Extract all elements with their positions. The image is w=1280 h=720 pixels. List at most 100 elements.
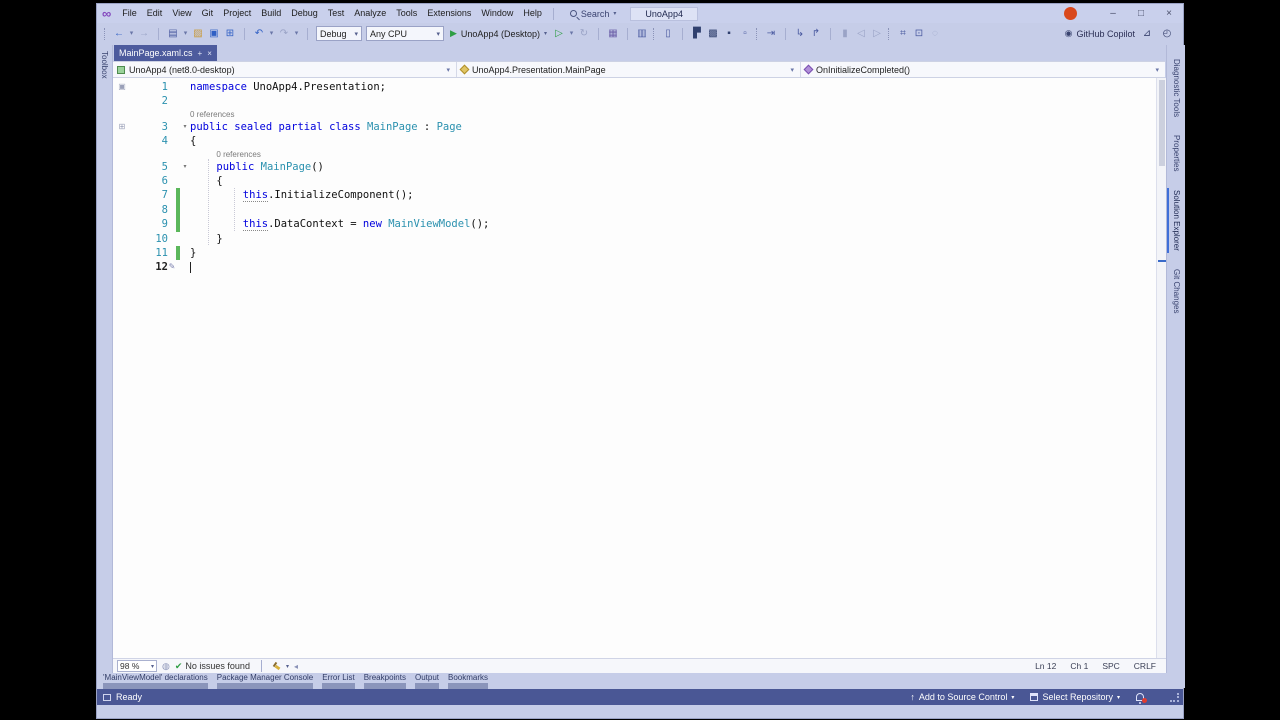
build-solution-icon[interactable]: ▛ [689, 26, 705, 42]
code-line[interactable]: ▣1namespace UnoApp4.Presentation; [113, 80, 1156, 94]
menu-item-debug[interactable]: Debug [286, 4, 323, 23]
new-project-caret[interactable]: ▾ [181, 26, 190, 42]
codelens-references[interactable]: 0 references [216, 149, 260, 160]
code-line[interactable]: 7this.InitializeComponent(); [113, 188, 1156, 202]
pin-icon[interactable]: + [198, 49, 203, 58]
save-layout-icon[interactable]: ▥ [634, 26, 650, 42]
tool-tab-solution-explorer[interactable]: Solution Explorer [1167, 186, 1186, 255]
minimize-button[interactable]: – [1099, 4, 1127, 23]
redo-icon[interactable]: ↷ [276, 26, 292, 42]
add-to-source-control-button[interactable]: ↑ Add to Source Control ▾ [910, 692, 1014, 702]
tab-mainpage-xaml-cs[interactable]: MainPage.xaml.cs + × [114, 45, 217, 61]
menu-item-test[interactable]: Test [323, 4, 350, 23]
save-icon[interactable]: ▣ [206, 26, 222, 42]
line-number[interactable]: 4 [131, 134, 168, 148]
notifications-button[interactable] [1136, 693, 1144, 701]
previous-bookmark-icon[interactable]: ◁ [853, 26, 869, 42]
collapse-panel-icon[interactable]: ◂ [294, 662, 298, 671]
code-line[interactable]: 11} [113, 246, 1156, 260]
monitor-icon[interactable]: ⊡ [911, 26, 927, 42]
bottom-tab-package-manager-console[interactable]: Package Manager Console [217, 673, 314, 689]
toolbar-grip[interactable] [653, 28, 657, 40]
line-number[interactable]: 6 [131, 174, 168, 188]
line-number[interactable]: 11 [131, 246, 168, 260]
window-layout-icon[interactable]: ▫ [737, 26, 753, 42]
bottom-tab-bookmarks[interactable]: Bookmarks [448, 673, 488, 689]
split-editor-icon[interactable]: ◍ [162, 661, 170, 672]
code-line[interactable]: 8 [113, 203, 1156, 217]
type-dropdown[interactable]: UnoApp4.Presentation.MainPage ▾ [457, 62, 801, 77]
scrollbar-thumb[interactable] [1159, 80, 1165, 166]
close-tab-icon[interactable]: × [207, 49, 212, 58]
codelens-references[interactable]: 0 references [190, 109, 234, 120]
line-number[interactable]: 3 [131, 120, 168, 134]
run-tests-icon[interactable]: ⇥ [763, 26, 779, 42]
code-line[interactable]: 4{ [113, 134, 1156, 148]
glyph-margin[interactable]: ▣ [113, 80, 131, 94]
line-ending-indicator[interactable]: CRLF [1134, 661, 1156, 671]
toolbar-grip[interactable] [104, 28, 108, 40]
code-line[interactable]: 2 [113, 94, 1156, 108]
share-icon[interactable]: ⊿ [1139, 26, 1155, 42]
hot-reload-icon[interactable]: ↻ [576, 26, 592, 42]
column-indicator[interactable]: Ch 1 [1070, 661, 1088, 671]
resize-grip[interactable] [1170, 693, 1179, 702]
project-dropdown[interactable]: UnoApp4 (net8.0-desktop) ▾ [113, 62, 457, 77]
fold-chevron-icon[interactable]: ▾ [180, 160, 190, 174]
bookmark-icon[interactable]: ▮ [837, 26, 853, 42]
spaces-indicator[interactable]: SPC [1102, 661, 1119, 671]
code-line[interactable]: 10} [113, 232, 1156, 246]
start-debugging-button[interactable]: ▶ UnoApp4 (Desktop) ▾ [450, 28, 547, 39]
line-number[interactable]: 7 [131, 188, 168, 202]
line-number[interactable]: 8 [131, 203, 168, 217]
menu-item-extensions[interactable]: Extensions [422, 4, 476, 23]
code-line[interactable]: 9this.DataContext = new MainViewModel(); [113, 217, 1156, 231]
navigate-forward-icon[interactable]: → [136, 26, 152, 42]
code-line[interactable]: 6{ [113, 174, 1156, 188]
line-number[interactable]: 12 [131, 260, 168, 274]
zoom-level-dropdown[interactable]: 98 % ▾ [117, 660, 157, 672]
maximize-button[interactable]: □ [1127, 4, 1155, 23]
step-over-icon[interactable]: ↱ [808, 26, 824, 42]
menu-item-project[interactable]: Project [218, 4, 256, 23]
break-all-icon[interactable]: ▯ [660, 26, 676, 42]
menu-item-window[interactable]: Window [476, 4, 518, 23]
menu-item-analyze[interactable]: Analyze [349, 4, 391, 23]
navigate-back-caret[interactable]: ▾ [127, 26, 136, 42]
line-indicator[interactable]: Ln 12 [1035, 661, 1056, 671]
line-number[interactable]: 1 [131, 80, 168, 94]
menu-item-tools[interactable]: Tools [391, 4, 422, 23]
terminal-icon[interactable]: ⌗ [895, 26, 911, 42]
package-icon[interactable]: ▪ [721, 26, 737, 42]
bottom-tab-output[interactable]: Output [415, 673, 439, 689]
line-number[interactable]: 9 [131, 217, 168, 231]
github-copilot-button[interactable]: ◉ GitHub Copilot ⊿◴ [1065, 26, 1183, 42]
code-line[interactable]: ⊞3▾public sealed partial class MainPage … [113, 120, 1156, 134]
menu-item-git[interactable]: Git [197, 4, 219, 23]
cloud-icon[interactable]: ◌ [927, 26, 943, 42]
step-into-icon[interactable]: ↳ [792, 26, 808, 42]
code-line[interactable]: 12✎ [113, 260, 1156, 274]
glyph-margin[interactable]: ⊞ [113, 120, 131, 134]
tool-tab-git-changes[interactable]: Git Changes [1167, 265, 1186, 317]
select-repository-button[interactable]: Select Repository ▾ [1030, 692, 1120, 702]
undo-icon[interactable]: ↶ [251, 26, 267, 42]
line-number[interactable]: 10 [131, 232, 168, 246]
fold-chevron-icon[interactable]: ▾ [180, 120, 190, 134]
document-health-indicator[interactable]: ✔ No issues found [175, 661, 250, 672]
menu-item-edit[interactable]: Edit [142, 4, 168, 23]
start-without-debugging-icon[interactable]: ▷ [551, 26, 567, 42]
menu-item-help[interactable]: Help [518, 4, 547, 23]
code-editor[interactable]: ▣1namespace UnoApp4.Presentation;20 refe… [113, 78, 1156, 658]
close-button[interactable]: × [1155, 4, 1183, 23]
new-project-icon[interactable]: ▤ [165, 26, 181, 42]
redo-caret[interactable]: ▾ [292, 26, 301, 42]
toolbox-tab[interactable]: Toolbox [100, 51, 109, 79]
solution-platform-dropdown[interactable]: Any CPU ▾ [366, 26, 444, 41]
toolbar-grip[interactable] [756, 28, 760, 40]
solution-configuration-dropdown[interactable]: Debug ▾ [316, 26, 362, 41]
open-folder-icon[interactable]: ▨ [190, 26, 206, 42]
line-number[interactable]: 5 [131, 160, 168, 174]
menu-item-file[interactable]: File [117, 4, 142, 23]
toolbar-grip[interactable] [888, 28, 892, 40]
